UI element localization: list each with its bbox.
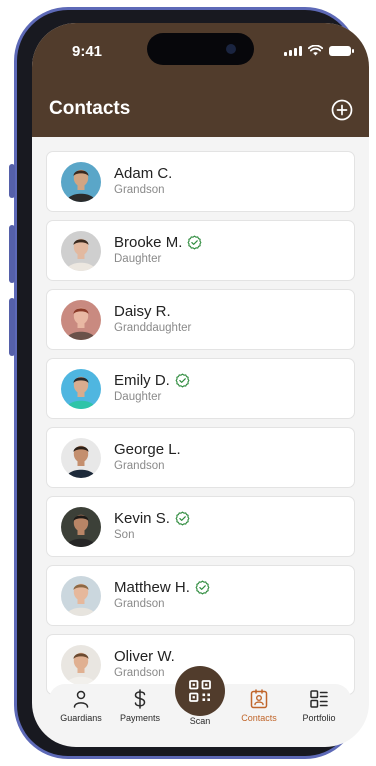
header-bar: 9:41 Contacts — [32, 23, 369, 137]
nav-portfolio[interactable]: Portfolio — [289, 688, 349, 723]
contact-relation: Daughter — [114, 391, 162, 403]
phone-screen: 9:41 Contacts Adam C. Grandson Brooke M. Da… — [32, 23, 369, 747]
contact-name-text: Matthew H. — [114, 579, 190, 596]
avatar — [61, 438, 101, 478]
nav-guardians[interactable]: Guardians — [51, 688, 111, 723]
contact-name-text: George L. — [114, 441, 181, 458]
contact-relation: Granddaughter — [114, 322, 192, 334]
contact-relation: Grandson — [114, 184, 165, 196]
contact-name: Matthew H. — [114, 579, 210, 596]
contact-card[interactable]: Adam C. Grandson — [46, 151, 355, 212]
nav-contacts[interactable]: Contacts — [229, 688, 289, 723]
portfolio-list-icon — [310, 690, 328, 708]
signal-icon — [284, 46, 302, 56]
avatar — [61, 300, 101, 340]
contact-relation: Grandson — [114, 460, 165, 472]
contact-card[interactable]: Matthew H. Grandson — [46, 565, 355, 626]
volume-down-button — [9, 298, 15, 356]
wifi-icon — [308, 45, 323, 56]
nav-payments[interactable]: Payments — [110, 688, 170, 723]
nav-contacts-label: Contacts — [241, 713, 277, 723]
verified-check-icon — [175, 373, 190, 388]
nav-portfolio-label: Portfolio — [302, 713, 336, 723]
contact-name: Oliver W. — [114, 648, 175, 665]
person-icon — [73, 690, 89, 708]
status-icons — [284, 45, 354, 56]
contact-name: Brooke M. — [114, 234, 202, 251]
contact-relation: Grandson — [114, 598, 165, 610]
contact-relation: Son — [114, 529, 135, 541]
dollar-icon — [134, 689, 146, 709]
avatar — [61, 231, 101, 271]
contact-name: Emily D. — [114, 372, 190, 389]
contact-card[interactable]: Kevin S. Son — [46, 496, 355, 557]
verified-check-icon — [187, 235, 202, 250]
silent-switch — [9, 164, 15, 198]
verified-check-icon — [195, 580, 210, 595]
contact-relation: Daughter — [114, 253, 162, 265]
contact-name: Adam C. — [114, 165, 172, 182]
avatar — [61, 645, 101, 685]
contact-name-text: Brooke M. — [114, 234, 183, 251]
avatar — [61, 576, 101, 616]
qr-code-icon — [189, 680, 211, 702]
nav-guardians-label: Guardians — [60, 713, 102, 723]
volume-up-button — [9, 225, 15, 283]
verified-check-icon — [175, 511, 190, 526]
page-title: Contacts — [49, 98, 131, 119]
camera-icon — [226, 44, 236, 54]
status-time: 9:41 — [72, 43, 103, 60]
dynamic-island — [147, 33, 254, 65]
nav-payments-label: Payments — [119, 713, 161, 723]
contact-card[interactable]: Brooke M. Daughter — [46, 220, 355, 281]
contact-card[interactable]: George L. Grandson — [46, 427, 355, 488]
contact-name: Daisy R. — [114, 303, 171, 320]
contact-name-text: Kevin S. — [114, 510, 170, 527]
contact-relation: Grandson — [114, 667, 165, 679]
battery-icon — [329, 46, 354, 56]
scan-button[interactable] — [175, 666, 225, 716]
avatar — [61, 369, 101, 409]
avatar — [61, 507, 101, 547]
nav-scan-label: Scan — [189, 716, 211, 726]
contact-name: George L. — [114, 441, 181, 458]
add-contact-button[interactable] — [331, 99, 353, 121]
contact-name-text: Oliver W. — [114, 648, 175, 665]
contact-name-text: Emily D. — [114, 372, 170, 389]
contact-card-icon — [250, 689, 268, 709]
contact-card[interactable]: Daisy R. Granddaughter — [46, 289, 355, 350]
contact-card[interactable]: Emily D. Daughter — [46, 358, 355, 419]
contact-name-text: Adam C. — [114, 165, 173, 182]
avatar — [61, 162, 101, 202]
contact-name: Kevin S. — [114, 510, 190, 527]
contact-name-text: Daisy R. — [114, 303, 171, 320]
